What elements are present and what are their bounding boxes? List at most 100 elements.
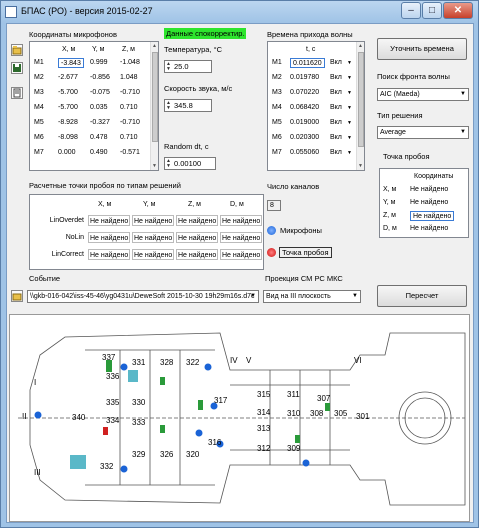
scroll-thumb[interactable] — [152, 52, 158, 142]
calc-result-cell[interactable]: Не найдено — [176, 232, 219, 243]
chevron-down-icon[interactable]: ▼ — [347, 103, 352, 113]
chevron-down-icon[interactable]: ▼ — [350, 291, 360, 302]
mic-y-cell[interactable]: 0.490 — [90, 148, 108, 158]
front-search-select[interactable]: AIC (Maeda) ▼ — [377, 88, 469, 101]
chevron-down-icon[interactable]: ▼ — [347, 133, 352, 143]
calc-result-cell[interactable]: Не найдено — [132, 232, 175, 243]
chevron-down-icon[interactable]: ▼ — [347, 88, 352, 98]
report-icon[interactable] — [11, 87, 23, 99]
chevron-down-icon[interactable]: ▼ — [347, 73, 352, 83]
calc-result-cell[interactable]: Не найдено — [220, 232, 263, 243]
calc-result-cell[interactable]: Не найдено — [88, 232, 131, 243]
calc-result-cell[interactable]: Не найдено — [132, 249, 175, 260]
mic-y-cell[interactable]: -0.856 — [90, 73, 110, 83]
mic-y-cell[interactable]: 0.999 — [90, 58, 108, 68]
arrival-state-cell[interactable]: Вкл — [330, 148, 342, 158]
spin-arrows-icon[interactable]: ▲ ▼ — [166, 101, 171, 111]
breach-value[interactable]: Не найдено — [410, 185, 448, 195]
arrival-time-cell[interactable]: 0.070220 — [290, 88, 319, 98]
mic-scrollbar[interactable]: ▲ ▼ — [150, 42, 158, 170]
arrival-time-cell[interactable]: 0.068420 — [290, 103, 319, 113]
solution-type-select[interactable]: Average ▼ — [377, 126, 469, 139]
chevron-down-icon[interactable]: ▼ — [458, 89, 468, 100]
module-label: 308 — [310, 409, 324, 418]
arrival-time-cell[interactable]: 0.019000 — [290, 118, 319, 128]
event-select[interactable]: \\gkb-016-042\iss-45-46\yg0431u\DeweSoft… — [27, 290, 259, 303]
arrival-time-cell[interactable]: 0.019780 — [290, 73, 319, 83]
mic-x-cell[interactable]: 0.000 — [58, 148, 76, 158]
spin-arrows-icon[interactable]: ▲ ▼ — [166, 159, 171, 169]
mic-y-cell[interactable]: 0.035 — [90, 103, 108, 113]
arrival-time-cell[interactable]: 0.055060 — [290, 148, 319, 158]
mic-z-cell[interactable]: -1.048 — [120, 58, 140, 68]
mic-z-cell[interactable]: -0.710 — [120, 88, 140, 98]
mic-z-cell[interactable]: -0.571 — [120, 148, 140, 158]
arrival-time-cell[interactable]: 0.011620 — [290, 58, 325, 68]
mic-x-cell[interactable]: -5.700 — [58, 88, 78, 98]
calc-col-x: X, м — [98, 201, 112, 208]
calc-result-cell[interactable]: Не найдено — [176, 249, 219, 260]
mic-x-cell[interactable]: -8.098 — [58, 133, 78, 143]
calc-result-cell[interactable]: Не найдено — [88, 249, 131, 260]
module-label: 328 — [160, 358, 174, 367]
recalc-button[interactable]: Пересчет — [377, 285, 467, 307]
mic-x-cell[interactable]: -8.928 — [58, 118, 78, 128]
mic-y-cell[interactable]: -0.075 — [90, 88, 110, 98]
arrival-state-cell[interactable]: Вкл — [330, 103, 342, 113]
mic-row-id: M3 — [34, 89, 44, 96]
chevron-down-icon[interactable]: ▼ — [458, 127, 468, 138]
scroll-thumb[interactable] — [358, 52, 364, 147]
module-label: 309 — [287, 444, 301, 453]
spin-arrows-icon[interactable]: ▲ ▼ — [166, 62, 171, 72]
mic-z-cell[interactable]: 0.710 — [120, 103, 138, 113]
chevron-down-icon[interactable]: ▼ — [347, 58, 352, 68]
mic-legend-icon[interactable] — [267, 226, 276, 235]
breach-value[interactable]: Не найдено — [410, 198, 448, 208]
mic-z-cell[interactable]: -0.710 — [120, 118, 140, 128]
calc-result-cell[interactable]: Не найдено — [176, 215, 219, 226]
mic-x-cell[interactable]: -3.843 — [58, 58, 84, 68]
arrival-row-id: M3 — [272, 89, 282, 96]
module-label: 329 — [132, 450, 146, 459]
chevron-down-icon[interactable]: ▼ — [248, 291, 258, 302]
close-button[interactable]: ✕ — [443, 2, 473, 19]
breach-value[interactable]: Не найдено — [410, 211, 455, 221]
maximize-button[interactable]: □ — [422, 2, 442, 19]
calc-result-cell[interactable]: Не найдено — [88, 215, 131, 226]
arrival-state-cell[interactable]: Вкл — [330, 73, 342, 83]
station-plan[interactable]: 337 336 331 328 322 340 335 330 334 333 329 326 320 3… — [9, 314, 470, 522]
refine-times-button[interactable]: Уточнить времена — [377, 38, 467, 60]
mic-x-cell[interactable]: -5.700 — [58, 103, 78, 113]
breach-legend-icon[interactable] — [267, 248, 276, 257]
mic-y-cell[interactable]: -0.327 — [90, 118, 110, 128]
calc-result-cell[interactable]: Не найдено — [220, 215, 263, 226]
mic-y-cell[interactable]: 0.478 — [90, 133, 108, 143]
arrival-time-cell[interactable]: 0.020300 — [290, 133, 319, 143]
scroll-up-icon[interactable]: ▲ — [151, 42, 158, 50]
open-file-icon[interactable] — [11, 44, 23, 56]
sound-speed-input[interactable]: ▲ ▼ 345.8 — [164, 99, 212, 112]
mic-x-cell[interactable]: -2.677 — [58, 73, 78, 83]
breach-value[interactable]: Не найдено — [410, 224, 448, 234]
minimize-button[interactable]: – — [401, 2, 421, 19]
temp-label: Температура, °C — [164, 45, 223, 54]
scroll-up-icon[interactable]: ▲ — [357, 42, 364, 50]
temp-input[interactable]: ▲ ▼ 25.0 — [164, 60, 212, 73]
mic-z-cell[interactable]: 0.710 — [120, 133, 138, 143]
random-dt-input[interactable]: ▲ ▼ 0.00100 — [164, 157, 216, 170]
chevron-down-icon[interactable]: ▼ — [347, 148, 352, 158]
calc-result-cell[interactable]: Не найдено — [220, 249, 263, 260]
arrival-state-cell[interactable]: Вкл — [330, 133, 342, 143]
chevron-down-icon[interactable]: ▼ — [347, 118, 352, 128]
scroll-down-icon[interactable]: ▼ — [357, 162, 364, 170]
mic-z-cell[interactable]: 1.048 — [120, 73, 138, 83]
projection-select[interactable]: Вид на III плоскость ▼ — [263, 290, 361, 303]
arrival-scrollbar[interactable]: ▲ ▼ — [356, 42, 364, 170]
arrival-state-cell[interactable]: Вкл — [330, 118, 342, 128]
calc-result-cell[interactable]: Не найдено — [132, 215, 175, 226]
scroll-down-icon[interactable]: ▼ — [151, 162, 158, 170]
save-icon[interactable] — [11, 62, 23, 74]
open-event-icon[interactable] — [11, 290, 23, 302]
arrival-state-cell[interactable]: Вкл — [330, 88, 342, 98]
arrival-state-cell[interactable]: Вкл — [330, 58, 342, 68]
